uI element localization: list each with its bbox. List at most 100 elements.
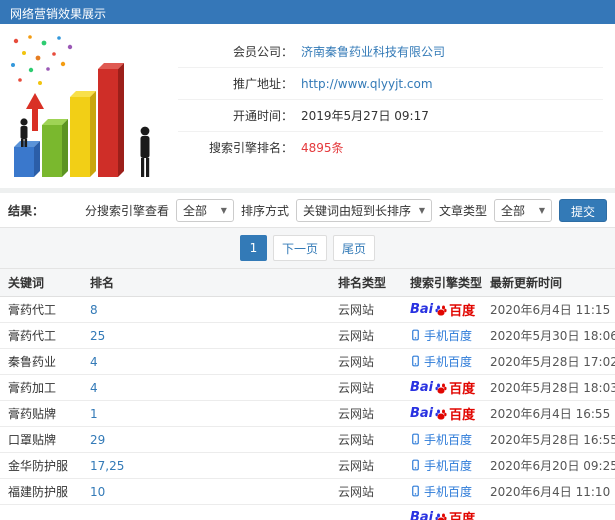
engine-filter-select[interactable]: 全部 ▼ — [175, 198, 234, 222]
window-titlebar: 网络营销效果展示 — [0, 0, 615, 24]
table-body: 膏药代工 8 云网站 Bai 百度 2020年6月4日 11:15 膏药代工 25 云网站 手机百… — [0, 297, 615, 520]
last-page-button[interactable]: 尾页 — [333, 235, 376, 261]
table-row: 福建防护服 10 云网站 手机百度 2020年6月4日 11:10 — [0, 479, 615, 505]
mobile-baidu-label: 手机百度 — [410, 431, 472, 448]
info-label: 搜索引擎排名： — [208, 141, 293, 155]
mobile-baidu-label: 手机百度 — [410, 457, 472, 474]
mobile-phone-icon — [412, 459, 419, 471]
info-row: 搜索引擎排名： 4895条 — [178, 132, 603, 163]
chevron-down-icon: ▼ — [538, 205, 545, 215]
page-title: 网络营销效果展示 — [10, 7, 107, 21]
info-value-link[interactable]: 济南秦鲁药业科技有限公司 — [301, 43, 445, 60]
sort-label: 排序方式 — [240, 203, 289, 218]
update-time-cell: 2020年5月28日 18:03 — [490, 381, 615, 395]
chevron-down-icon: ▼ — [220, 205, 227, 215]
baidu-logo-bai: Bai — [410, 510, 434, 520]
result-label: 结果： — [8, 203, 45, 218]
rank-type-cell: 云网站 — [338, 407, 375, 421]
baidu-logo: Bai 百度 — [410, 508, 475, 520]
info-value-link[interactable]: http://www.qlyyjt.com — [301, 77, 433, 91]
rank-type-cell: 云网站 — [338, 303, 375, 317]
rank-link[interactable]: 29 — [82, 433, 330, 447]
rank-link[interactable]: 4 — [82, 381, 330, 395]
article-type-value: 全部 — [500, 203, 525, 218]
table-row: 秦鲁药业 4 云网站 手机百度 2020年5月28日 17:02 — [0, 349, 615, 375]
engine-type-cell: Bai 百度 — [402, 508, 482, 520]
info-panel: 会员公司： 济南秦鲁药业科技有限公司推广地址： http://www.qlyyjt.… — [0, 24, 615, 188]
mobile-baidu-text: 手机百度 — [424, 328, 473, 343]
rank-link[interactable]: 4 — [82, 355, 330, 369]
mobile-baidu-label: 手机百度 — [410, 327, 472, 344]
info-row: 推广地址： http://www.qlyyjt.com — [178, 68, 603, 100]
keyword-cell: 膏药代工 — [8, 303, 57, 317]
mobile-baidu-text: 手机百度 — [424, 458, 473, 473]
keyword-cell: 福建防护服 — [8, 485, 69, 499]
info-label: 会员公司： — [232, 45, 293, 59]
mobile-baidu-text: 手机百度 — [424, 432, 473, 447]
baidu-logo-du: 百度 — [449, 304, 476, 319]
info-row: 会员公司： 济南秦鲁药业科技有限公司 — [178, 36, 603, 68]
rank-type-cell: 云网站 — [338, 485, 375, 499]
rank-type-cell: 云网站 — [338, 459, 375, 473]
mobile-baidu-label: 手机百度 — [410, 353, 472, 370]
table-row: 膏药代工 25 云网站 手机百度 2020年5月30日 18:06 — [0, 323, 615, 349]
baidu-logo-du: 百度 — [449, 512, 476, 520]
keyword-cell: 膏药加工 — [8, 381, 57, 395]
table-row: 膏药加工 4 云网站 Bai 百度 2020年5月28日 18:03 — [0, 375, 615, 401]
update-time-cell: 2020年5月28日 16:55 — [490, 433, 615, 447]
filter-bar: 结果： 分搜索引擎查看 全部 ▼ 排序方式 关键词由短到长排序 ▼ 文章类型 全… — [0, 193, 615, 228]
rank-type-cell: 云网站 — [338, 433, 375, 447]
update-time-cell: 2020年6月4日 11:10 — [490, 485, 611, 499]
rank-type-cell: 云网站 — [338, 329, 375, 343]
engine-filter-value: 全部 — [182, 203, 207, 218]
page-1-button[interactable]: 1 — [239, 235, 267, 261]
sort-select[interactable]: 关键词由短到长排序 ▼ — [295, 198, 432, 222]
baidu-logo: Bai 百度 — [410, 404, 475, 423]
info-label: 开通时间： — [232, 109, 293, 123]
update-time-cell: 2020年6月20日 09:25 — [490, 459, 615, 473]
baidu-logo-bai: Bai — [410, 302, 434, 317]
baidu-logo: Bai 百度 — [410, 378, 475, 397]
header-keyword: 关键词 — [8, 276, 45, 290]
mobile-phone-icon — [412, 329, 419, 341]
header-engine-type: 搜索引擎类型 — [410, 276, 482, 290]
info-row: 开通时间： 2019年5月27日 09:17 — [178, 100, 603, 132]
update-time-cell: 2020年6月4日 16:55 — [490, 407, 611, 421]
baidu-paw-icon — [435, 513, 447, 520]
rank-link[interactable]: 17,25 — [82, 459, 330, 473]
engine-filter-label: 分搜索引擎查看 — [84, 203, 169, 218]
mobile-baidu-label: 手机百度 — [410, 483, 472, 500]
engine-type-cell: 手机百度 — [402, 431, 482, 449]
mobile-baidu-text: 手机百度 — [424, 484, 473, 499]
rank-link[interactable]: 1 — [82, 407, 330, 421]
mobile-baidu-text: 手机百度 — [424, 354, 473, 369]
engine-type-cell: 手机百度 — [402, 327, 482, 345]
info-label: 推广地址： — [232, 77, 293, 91]
engine-type-cell: 手机百度 — [402, 353, 482, 371]
rank-link[interactable]: 25 — [82, 329, 330, 343]
baidu-logo-bai: Bai — [410, 406, 434, 421]
table-row: 口罩贴牌 29 云网站 手机百度 2020年5月28日 16:55 — [0, 427, 615, 453]
mobile-phone-icon — [412, 485, 419, 497]
rank-link[interactable]: 10 — [82, 485, 330, 499]
update-time-cell: 2020年5月28日 17:02 — [490, 355, 615, 369]
table-row: 膏药代工 8 云网站 Bai 百度 2020年6月4日 11:15 — [0, 297, 615, 323]
rank-link[interactable]: 8 — [82, 303, 330, 317]
engine-type-cell: Bai 百度 — [402, 300, 482, 319]
info-value: 4895条 — [301, 141, 344, 155]
baidu-logo-du: 百度 — [449, 408, 476, 423]
table-row: Bai 百度 — [0, 505, 615, 520]
article-type-select[interactable]: 全部 ▼ — [493, 198, 552, 222]
keyword-cell: 秦鲁药业 — [8, 355, 57, 369]
header-rank: 排名 — [90, 276, 115, 290]
update-time-cell: 2020年6月4日 11:15 — [490, 303, 611, 317]
engine-type-cell: 手机百度 — [402, 483, 482, 501]
mobile-phone-icon — [412, 355, 419, 367]
next-page-button[interactable]: 下一页 — [272, 235, 327, 261]
chevron-down-icon: ▼ — [418, 205, 425, 215]
submit-button[interactable]: 提交 — [558, 198, 607, 222]
rank-type-cell: 云网站 — [338, 381, 375, 395]
article-type-label: 文章类型 — [438, 203, 487, 218]
header-updated: 最新更新时间 — [490, 276, 563, 290]
baidu-logo: Bai 百度 — [410, 300, 475, 319]
